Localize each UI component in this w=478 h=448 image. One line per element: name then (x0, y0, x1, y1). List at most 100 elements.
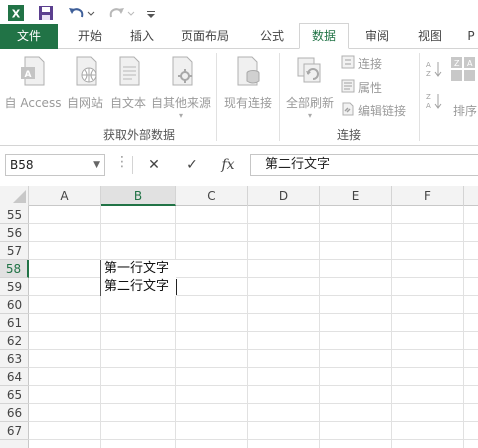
from-access-button[interactable]: A 自 Access (4, 55, 62, 111)
refresh-all-button[interactable]: 全部刷新 ▾ (283, 55, 337, 120)
row-header[interactable]: 66 (0, 404, 29, 422)
sort-button[interactable]: ZA 排序 (449, 55, 478, 119)
row-header[interactable]: 65 (0, 386, 29, 404)
connections-button[interactable]: 连接 (341, 55, 382, 72)
tab-data[interactable]: 数据 (299, 23, 349, 49)
cell-area[interactable]: 第一行文字 第二行文字 (29, 206, 478, 448)
from-text-button[interactable]: 自文本 (107, 55, 149, 111)
gridline (29, 385, 478, 386)
row-header[interactable]: 64 (0, 368, 29, 386)
tab-file[interactable]: 文件 (0, 24, 58, 49)
row-header[interactable]: 59 (0, 278, 29, 296)
svg-text:A: A (426, 61, 431, 69)
from-web-button[interactable]: 自网站 (64, 55, 106, 111)
svg-text:X: X (12, 8, 21, 21)
edit-links-icon (341, 102, 355, 119)
gridline (463, 206, 464, 448)
gridline (319, 206, 320, 448)
tab-insert[interactable]: 插入 (120, 24, 164, 49)
name-box[interactable]: B58 ▼ (5, 154, 105, 176)
gridline (29, 295, 478, 296)
group-label-connections: 连接 (336, 128, 361, 142)
svg-text:Z: Z (426, 93, 431, 101)
chevron-down-icon[interactable]: ▼ (93, 155, 100, 175)
gridline (29, 331, 478, 332)
sort-ascending-button[interactable]: AZ (425, 59, 443, 82)
column-header-c[interactable]: C (176, 186, 248, 206)
formula-input[interactable]: 第二行文字 (250, 154, 478, 176)
refresh-icon (283, 55, 337, 90)
gridline (175, 206, 176, 448)
svg-text:A: A (25, 70, 32, 80)
column-header-b[interactable]: B (101, 186, 176, 206)
chevron-down-icon: ▾ (178, 111, 183, 120)
sort-descending-icon: ZA (425, 91, 443, 114)
svg-text:A: A (467, 59, 473, 68)
redo-icon[interactable] (106, 2, 136, 24)
column-header-g-partial[interactable] (464, 186, 478, 206)
row-header[interactable]: 57 (0, 242, 29, 260)
gridline (100, 206, 101, 448)
cancel-icon[interactable]: ✕ (140, 154, 168, 176)
from-other-sources-button[interactable]: 自其他来源 ▾ (150, 55, 212, 120)
connections-icon (341, 55, 355, 72)
row-header[interactable]: 60 (0, 296, 29, 314)
row-header-selected[interactable]: 58 (0, 260, 29, 278)
row-header[interactable]: 63 (0, 350, 29, 368)
column-header-a[interactable]: A (29, 186, 101, 206)
save-icon[interactable] (36, 2, 56, 24)
sort-descending-button[interactable]: ZA (425, 91, 443, 114)
row-header[interactable]: 56 (0, 224, 29, 242)
formula-bar-divider (132, 156, 133, 174)
row-header[interactable]: 61 (0, 314, 29, 332)
properties-icon (341, 79, 355, 96)
web-globe-icon (64, 55, 106, 90)
column-header-f[interactable]: F (392, 186, 464, 206)
insert-function-icon[interactable]: fx (214, 154, 242, 176)
other-sources-icon (150, 55, 212, 90)
from-access-label: 自 Access (4, 96, 62, 110)
sort-icon: ZA (449, 55, 478, 88)
properties-button[interactable]: 属性 (341, 79, 382, 96)
gridline (29, 403, 478, 404)
active-cell-b58[interactable]: 第一行文字 第二行文字 (100, 260, 177, 296)
gridline (29, 349, 478, 350)
tab-page-layout[interactable]: 页面布局 (172, 24, 238, 49)
row-header[interactable]: 62 (0, 332, 29, 350)
tab-more[interactable]: P (464, 24, 478, 49)
group-label-get-external-data: 获取外部数据 (102, 128, 175, 142)
sort-label: 排序 (453, 104, 478, 118)
cell-text-line-1: 第一行文字 (104, 261, 170, 276)
ribbon-group-divider (419, 53, 420, 141)
undo-icon[interactable] (66, 2, 96, 24)
worksheet-grid: A B C D E F 55 56 57 58 59 60 61 62 63 6… (0, 186, 478, 448)
refresh-all-label: 全部刷新 (285, 96, 334, 110)
tab-home[interactable]: 开始 (68, 24, 112, 49)
formula-bar-grip-icon[interactable]: ⋮ (115, 154, 129, 170)
tab-formulas[interactable]: 公式 (250, 24, 294, 49)
gridline (247, 206, 248, 448)
tab-review[interactable]: 审阅 (355, 24, 399, 49)
gridline (29, 277, 101, 278)
sort-ascending-icon: AZ (425, 59, 443, 82)
gridline (29, 313, 478, 314)
access-db-icon: A (4, 55, 62, 90)
text-cursor (176, 279, 177, 295)
quick-access-toolbar: X (0, 0, 478, 24)
gridline (29, 367, 478, 368)
column-header-d[interactable]: D (248, 186, 320, 206)
tab-view[interactable]: 视图 (408, 24, 452, 49)
gridline (29, 241, 478, 242)
gridline (29, 439, 478, 440)
customize-qat-icon[interactable] (144, 2, 158, 24)
edit-links-button[interactable]: 编辑链接 (341, 102, 406, 119)
enter-icon[interactable]: ✓ (178, 154, 206, 176)
select-all-corner[interactable] (0, 186, 29, 206)
from-web-label: 自网站 (66, 96, 103, 110)
name-box-value: B58 (10, 158, 34, 172)
column-header-e[interactable]: E (320, 186, 392, 206)
row-header[interactable]: 67 (0, 422, 29, 440)
existing-connections-button[interactable]: 现有连接 (220, 55, 276, 111)
ribbon-tabs: 文件 开始 插入 页面布局 公式 数据 审阅 视图 P (0, 23, 478, 49)
row-header[interactable]: 55 (0, 206, 29, 224)
